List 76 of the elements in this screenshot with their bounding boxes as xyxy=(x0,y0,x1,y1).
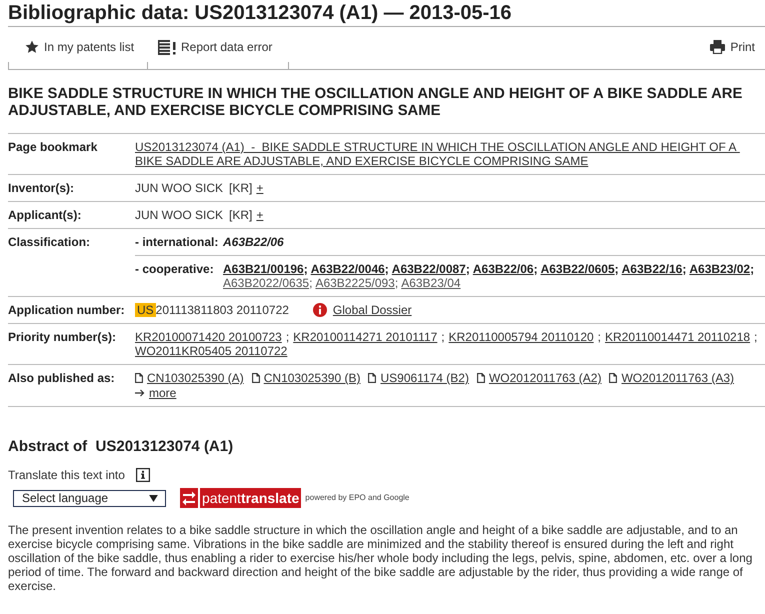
classification-type-label: - international: xyxy=(135,235,220,249)
classification-link[interactable]: A63B22/0605 xyxy=(540,262,615,276)
language-select[interactable]: Select language xyxy=(13,490,166,506)
classification-link[interactable]: A63B23/04 xyxy=(401,276,461,290)
swap-arrows-icon xyxy=(180,488,198,508)
document-icon xyxy=(252,373,260,383)
global-dossier-link[interactable]: Global Dossier xyxy=(332,303,412,317)
expand-link[interactable]: + xyxy=(256,208,264,222)
country-code: [KR] xyxy=(229,181,252,195)
separator: ; xyxy=(309,276,312,290)
separator: ; xyxy=(394,276,398,290)
field-label: Classification: xyxy=(8,234,92,251)
classification-type-label: - cooperative: xyxy=(135,262,215,278)
arrow-icon xyxy=(135,389,145,397)
bookmark-link[interactable]: US2013123074 (A1) - BIKE SADDLE STRUCTURE IN WHICH THE OSCILLATION ANGLE AND HEIGHT OF A BIKE SADDLE ARE ADJUSTABLE, AND EXERCISE BICYCLE COMPRISING SAME xyxy=(135,140,765,168)
priority-link[interactable]: KR20110005794 20110120 xyxy=(448,330,594,344)
expand-link[interactable]: + xyxy=(256,181,264,195)
info-icon xyxy=(312,303,327,317)
classification-link[interactable]: A63B2022/0635 xyxy=(223,276,310,290)
field-label: Priority number(s): xyxy=(8,329,118,346)
classification-link[interactable]: A63B22/0046 xyxy=(310,262,385,276)
publication-link[interactable]: WO2012011763 (A2) xyxy=(488,371,602,385)
field-label: Also published as: xyxy=(8,370,116,387)
country-code: [KR] xyxy=(229,208,252,222)
priority-link[interactable]: WO2011KR05405 20110722 xyxy=(135,344,288,358)
abstract-heading: Abstract of US2013123074 (A1) xyxy=(8,438,234,456)
separator: ; xyxy=(614,262,619,276)
country-code-highlight: US xyxy=(135,303,156,317)
field-label: Page bookmark xyxy=(8,139,98,156)
priority-link[interactable]: KR20100114271 20101117 xyxy=(293,330,438,344)
priority-link[interactable]: KR20100071420 20100723 xyxy=(135,330,282,344)
classification-link[interactable]: A63B23/02 xyxy=(689,262,750,276)
separator: ; xyxy=(286,330,290,344)
more-link[interactable]: more xyxy=(149,386,176,400)
field-label: Inventor(s): xyxy=(8,180,75,197)
separator: ; xyxy=(534,262,538,276)
application-number: 201113811803 20110722 xyxy=(156,303,289,317)
star-icon[interactable] xyxy=(25,40,39,54)
separator: ; xyxy=(598,330,602,344)
classification-link[interactable]: A63B22/06 xyxy=(472,262,534,276)
document-icon xyxy=(368,373,376,383)
document-icon xyxy=(135,373,143,383)
publication-link[interactable]: CN103025390 (A) xyxy=(147,371,244,385)
classification-link[interactable]: A63B21/00196 xyxy=(223,262,304,276)
abstract-text: The present invention relates to a bike saddle structure in which the oscillation angle and height of a bike saddle are adjustable, and to an exercise bicycle comprising same. Vibrations in the bike saddle are minimized and the stability thereof is ensured during the left and right oscillation of the bike saddle, thus enabling a rider to exercise his/her whole body including the legs, pelvis, spine, abdomen, etc. over a long period of time. The forward and backward direction and height of the bike saddle are adjustable by the rider, thus providing a wide range of exercise. xyxy=(8,523,754,593)
separator: ; xyxy=(682,262,686,276)
print-button[interactable]: Print xyxy=(710,39,755,55)
info-icon[interactable] xyxy=(136,468,150,482)
patents-list-button[interactable]: In my patents list xyxy=(25,39,134,55)
document-icon xyxy=(476,373,485,383)
classification-link[interactable]: A63B22/0087 xyxy=(392,262,466,276)
priority-link[interactable]: KR20110014471 20110218 xyxy=(605,330,750,344)
classification-link[interactable]: A63B2225/093 xyxy=(315,276,395,290)
publication-link[interactable]: US9061174 (B2) xyxy=(380,371,469,385)
classification-link[interactable]: A63B22/16 xyxy=(622,262,682,276)
document-title: BIKE SADDLE STRUCTURE IN WHICH THE OSCILLATION ANGLE AND HEIGHT OF A BIKE SADDLE ARE ADJUSTABLE, AND EXERCISE BICYCLE COMPRISING SAME xyxy=(8,86,744,120)
publication-link[interactable]: WO2012011763 (A3) xyxy=(621,371,734,385)
person-name: JUN WOO SICK xyxy=(135,181,224,195)
publication-link[interactable]: CN103025390 (B) xyxy=(264,371,360,385)
powered-by-text: powered by EPO and Google xyxy=(305,493,410,503)
separator: ; xyxy=(754,330,758,344)
separator: ; xyxy=(750,262,754,276)
separator: ; xyxy=(441,330,445,344)
report-error-button[interactable]: Report data error xyxy=(158,39,272,55)
translate-label: Translate this text into xyxy=(8,468,125,482)
document-icon xyxy=(609,373,618,383)
printer-icon[interactable] xyxy=(710,40,726,54)
separator: ; xyxy=(466,262,470,276)
classification-code: A63B22/06 xyxy=(223,235,284,249)
field-label: Applicant(s): xyxy=(8,207,82,224)
separator: ; xyxy=(304,262,308,276)
list-alert-icon[interactable] xyxy=(158,40,176,54)
field-label: Application number: xyxy=(8,302,126,319)
separator: ; xyxy=(384,262,389,276)
caret-icon xyxy=(149,494,158,502)
person-name: JUN WOO SICK xyxy=(135,208,224,222)
